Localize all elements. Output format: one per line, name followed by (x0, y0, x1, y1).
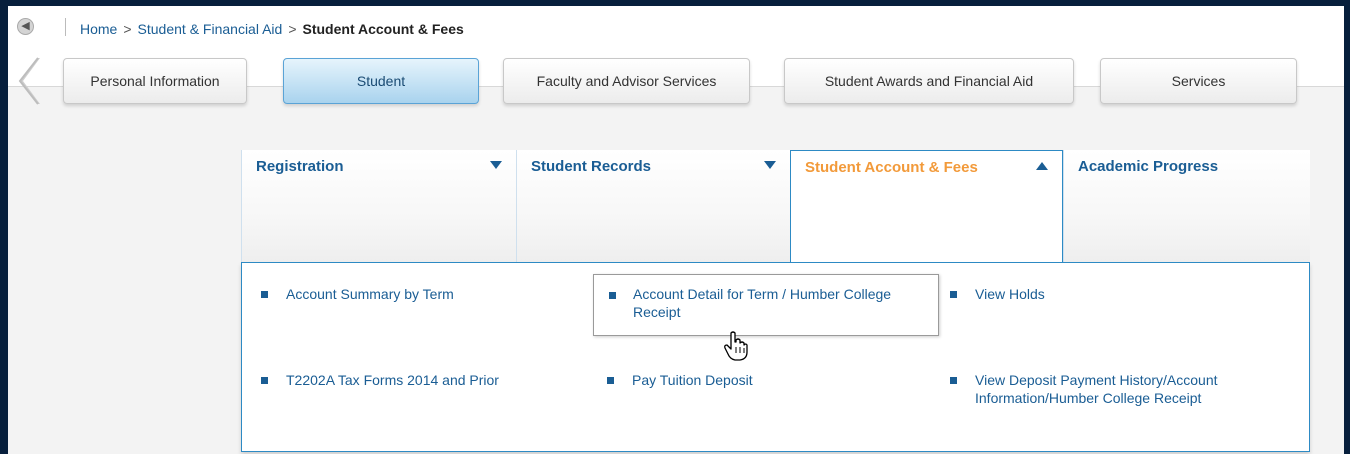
list-item[interactable]: View Deposit Payment History/Account Inf… (950, 371, 1275, 407)
chevron-up-icon (1036, 162, 1048, 170)
submenu-panel: Account Summary by Term Account Detail f… (241, 262, 1310, 452)
tab-personal-information[interactable]: Personal Information (63, 58, 247, 104)
tab-services[interactable]: Services (1100, 58, 1297, 104)
chevron-down-icon (764, 161, 776, 169)
menu-student-records[interactable]: Student Records (516, 150, 790, 263)
bullet-icon (950, 291, 957, 298)
menu-label: Registration (256, 158, 344, 175)
list-item[interactable]: T2202A Tax Forms 2014 and Prior (261, 371, 581, 389)
breadcrumb-separator: > (123, 21, 132, 37)
hand-pointer-icon (724, 331, 748, 361)
menu-label: Academic Progress (1078, 158, 1219, 175)
bullet-icon (261, 291, 268, 298)
item-label: Pay Tuition Deposit (632, 372, 753, 388)
breadcrumb-current: Student Account & Fees (302, 21, 464, 37)
tab-label: Personal Information (90, 73, 220, 89)
breadcrumb-home[interactable]: Home (80, 21, 117, 37)
menu-student-account-fees[interactable]: Student Account & Fees (790, 150, 1063, 264)
divider (65, 18, 66, 36)
tab-faculty-advisor-services[interactable]: Faculty and Advisor Services (503, 58, 750, 104)
item-label: View Deposit Payment History/Account Inf… (975, 372, 1218, 406)
list-item[interactable]: View Holds (950, 285, 1250, 303)
list-item[interactable]: Pay Tuition Deposit (607, 371, 907, 389)
chevron-down-icon (490, 161, 502, 169)
breadcrumb-separator: > (288, 21, 297, 37)
menu-label: Student Account & Fees (805, 159, 978, 176)
list-item[interactable]: Account Detail for Term / Humber College… (593, 274, 939, 336)
top-tabs: Personal Information Student Faculty and… (8, 50, 1344, 110)
item-label: View Holds (975, 286, 1045, 302)
menu-label: Student Records (531, 158, 652, 175)
tab-student-awards-financial-aid[interactable]: Student Awards and Financial Aid (784, 58, 1074, 104)
bullet-icon (950, 377, 957, 384)
bullet-icon (261, 377, 268, 384)
tab-label: Faculty and Advisor Services (536, 73, 717, 89)
menu-registration[interactable]: Registration (241, 150, 516, 263)
tab-label: Student (356, 73, 406, 89)
item-label: T2202A Tax Forms 2014 and Prior (286, 372, 499, 388)
back-arrow-circle-icon[interactable]: ◀ (17, 18, 34, 35)
tab-label: Student Awards and Financial Aid (824, 73, 1034, 89)
tab-label: Services (1171, 73, 1226, 89)
breadcrumb-bar: ◀ Home > Student & Financial Aid > Student A… (8, 6, 1344, 50)
item-label: Account Detail for Term / Humber College… (633, 286, 892, 320)
tab-student[interactable]: Student (283, 58, 479, 104)
breadcrumb-student-financial-aid[interactable]: Student & Financial Aid (138, 21, 283, 37)
page-frame: ◀ Home > Student & Financial Aid > Student A… (8, 6, 1344, 454)
list-item[interactable]: Account Summary by Term (261, 285, 561, 303)
submenu-columns: Registration Student Records Student Acc… (241, 150, 1310, 264)
breadcrumb: Home > Student & Financial Aid > Student Acc… (80, 21, 464, 37)
bullet-icon (609, 292, 616, 299)
menu-academic-progress[interactable]: Academic Progress (1063, 150, 1310, 263)
item-label: Account Summary by Term (286, 286, 454, 302)
bullet-icon (607, 377, 614, 384)
